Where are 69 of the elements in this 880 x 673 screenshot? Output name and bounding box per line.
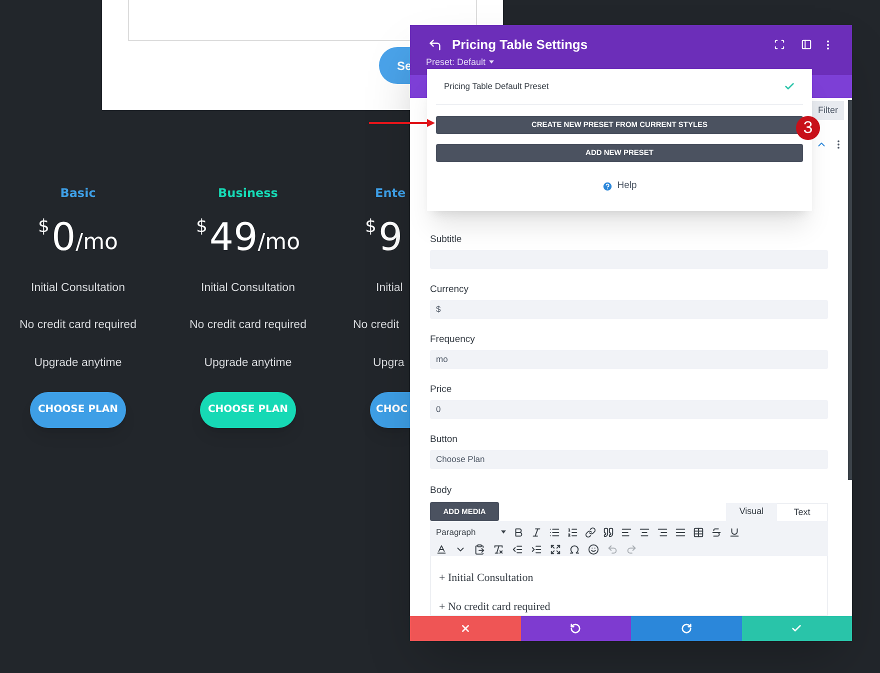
sidebar-icon[interactable] [801, 39, 812, 50]
align-center-icon[interactable] [639, 526, 650, 538]
text-field[interactable]: Choose Plan [430, 450, 828, 469]
text-field[interactable]: 0 [430, 400, 828, 419]
caret-icon [501, 530, 506, 534]
preset-item[interactable]: Pricing Table Default Preset [436, 69, 803, 105]
underline-icon[interactable] [729, 526, 740, 538]
plan-title: Business [218, 185, 278, 202]
plan-price: $9 [365, 218, 403, 258]
plan-title: Ente [375, 185, 406, 202]
editor-tab[interactable]: Text [777, 503, 828, 521]
pointer-arrow [369, 119, 435, 127]
field-label: Button [430, 434, 458, 446]
emoji-icon[interactable] [588, 544, 599, 554]
back-arrow-icon[interactable] [428, 38, 442, 52]
align-justify-icon[interactable] [675, 526, 686, 538]
align-right-icon[interactable] [657, 526, 668, 538]
help-link[interactable]: Help [602, 179, 637, 194]
strikethrough-icon[interactable] [711, 526, 722, 538]
table-icon[interactable] [693, 526, 704, 538]
caret-icon [488, 60, 494, 64]
text-color-icon[interactable] [436, 544, 447, 554]
plan-feature: Initial [376, 281, 403, 296]
numbered-list-icon[interactable] [567, 526, 578, 538]
plan-price: $49/mo [196, 218, 300, 258]
field-label: Body [430, 484, 453, 498]
scrollbar[interactable] [848, 100, 852, 480]
checkmark-icon [791, 623, 802, 634]
align-left-icon[interactable] [621, 526, 632, 538]
close-icon [460, 623, 471, 634]
plan-feature: Initial Consultation [201, 281, 295, 296]
checkmark-icon [784, 81, 795, 92]
plan-feature: No credit card required [20, 318, 136, 334]
fullscreen-icon[interactable] [550, 544, 561, 554]
clear-format-icon[interactable] [493, 544, 504, 554]
undo-icon [570, 623, 582, 634]
field-label: Subtitle [430, 234, 463, 246]
body-line: + Initial Consultation [439, 571, 534, 586]
field-label: Currency [430, 284, 470, 296]
field-label: Price [430, 384, 453, 396]
body-line: + No credit card required [439, 600, 552, 614]
format-dropdown[interactable]: Paragraph [436, 526, 506, 538]
plan-feature: No credit [353, 318, 400, 334]
modal-title: Pricing Table Settings [452, 36, 588, 54]
outdent-icon[interactable] [512, 544, 523, 554]
help-icon [602, 180, 614, 192]
plan-title: Basic [60, 185, 96, 202]
omega-icon[interactable] [569, 544, 580, 554]
field-label: Frequency [430, 334, 476, 346]
filter-button[interactable]: Filter [812, 101, 844, 120]
link-icon[interactable] [585, 526, 596, 538]
plan-feature: No credit card required [190, 318, 306, 334]
italic-icon[interactable] [531, 526, 542, 538]
text-field[interactable]: mo [430, 350, 828, 369]
plan-feature: Upgrade anytime [204, 356, 292, 370]
bold-icon[interactable] [513, 526, 524, 538]
quote-icon[interactable] [603, 526, 614, 538]
text-field[interactable]: $ [430, 300, 828, 319]
plan-feature: Upgrade anytime [34, 356, 122, 370]
bullet-list-icon[interactable] [549, 526, 560, 538]
editor-tab[interactable]: Visual [726, 503, 777, 521]
plan-price: $0/mo [38, 218, 118, 258]
paste-icon[interactable] [474, 544, 485, 554]
plan-feature: Upgra [373, 356, 404, 370]
redo-icon [680, 623, 692, 634]
preset-selector[interactable]: Preset: Default [426, 56, 494, 69]
indent-icon[interactable] [531, 544, 542, 554]
fullscreen-icon[interactable] [774, 39, 785, 50]
plan-feature: Initial Consultation [31, 281, 125, 296]
